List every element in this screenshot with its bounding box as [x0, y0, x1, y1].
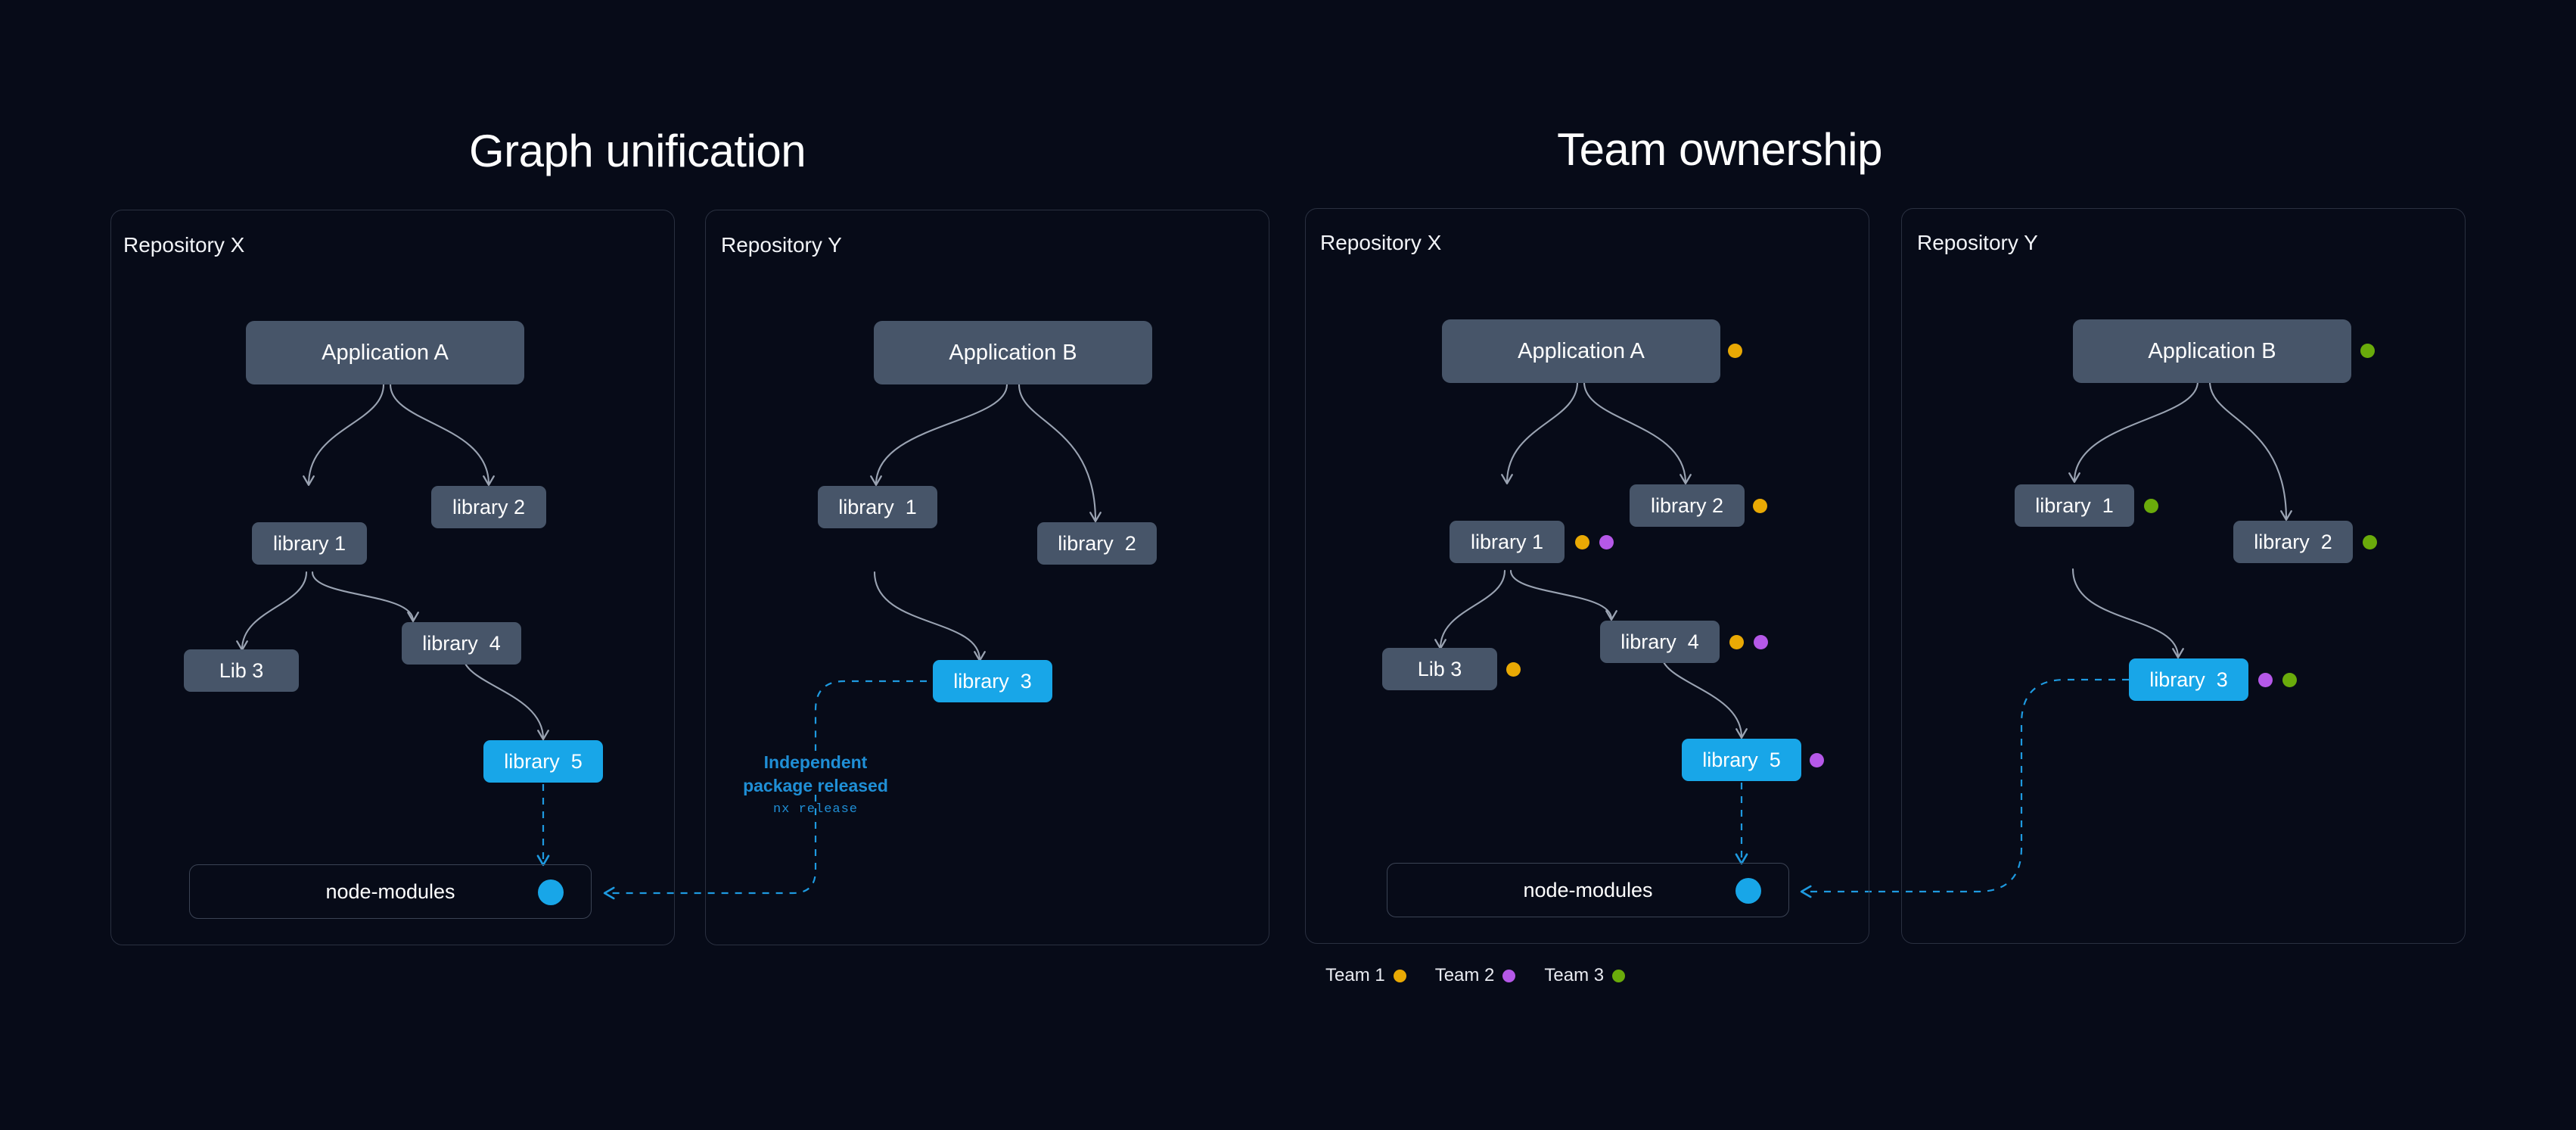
- node-right-repox-application-a[interactable]: Application A: [1442, 319, 1720, 383]
- team-legend: Team 1 Team 2 Team 3: [1325, 965, 1626, 986]
- node-modules-label: node-modules: [1523, 878, 1653, 901]
- legend-item-team-2: Team 2: [1435, 965, 1516, 986]
- node-left-repox-application-a[interactable]: Application A: [246, 321, 524, 384]
- panel-left-repository-x: [110, 210, 675, 945]
- team-dot-right-repoy-application-b-team-3: [2360, 344, 2375, 358]
- node-left-repox-library-4[interactable]: library 4: [402, 622, 521, 665]
- section-title-team-ownership: Team ownership: [1557, 124, 1882, 175]
- node-left-repoy-library-2[interactable]: library 2: [1037, 522, 1157, 565]
- team-dot-right-repoy-library-2-team-3: [2363, 535, 2377, 549]
- panel-right-repository-x: [1305, 208, 1869, 944]
- node-left-repoy-library-1[interactable]: library 1: [818, 486, 937, 528]
- team-dot-right-repox-library-1-team-2: [1599, 535, 1614, 549]
- node-right-repoy-library-1[interactable]: library 1: [2015, 484, 2134, 527]
- panel-label-left-repository-y: Repository Y: [721, 233, 842, 257]
- team-dot-right-repox-lib-3-team-1: [1506, 662, 1521, 677]
- panel-left-repository-y: [705, 210, 1269, 945]
- section-title-graph-unification: Graph unification: [469, 126, 806, 176]
- node-modules-target-dot-right: [1735, 878, 1761, 904]
- node-left-repox-library-1[interactable]: library 1: [252, 522, 367, 565]
- team-dot-right-repox-library-4-team-2: [1754, 635, 1768, 649]
- legend-swatch-team-3: [1612, 969, 1626, 982]
- team-dot-right-repoy-library-3-team-2: [2258, 673, 2273, 687]
- panel-label-left-repository-x: Repository X: [123, 233, 245, 257]
- release-annotation-command: nx release: [772, 802, 859, 817]
- legend-swatch-team-2: [1502, 969, 1516, 982]
- node-right-repox-library-2[interactable]: library 2: [1630, 484, 1745, 527]
- legend-item-team-1: Team 1: [1325, 965, 1406, 986]
- team-dot-right-repox-library-2-team-1: [1753, 499, 1767, 513]
- node-left-repoy-application-b[interactable]: Application B: [874, 321, 1152, 384]
- diagram-stage: Graph unification Team ownership Reposit…: [0, 0, 2576, 1130]
- node-right-repox-library-4[interactable]: library 4: [1600, 621, 1720, 663]
- node-left-repox-lib-3[interactable]: Lib 3: [184, 649, 299, 692]
- panel-label-right-repository-y: Repository Y: [1917, 231, 2038, 254]
- legend-label-team-2: Team 2: [1434, 965, 1495, 985]
- team-dot-right-repoy-library-3-team-3: [2282, 673, 2297, 687]
- node-right-repoy-library-2[interactable]: library 2: [2233, 521, 2353, 563]
- node-right-repoy-application-b[interactable]: Application B: [2073, 319, 2351, 383]
- node-left-repoy-library-3[interactable]: library 3: [933, 660, 1052, 702]
- team-dot-right-repox-application-a-team-1: [1728, 344, 1742, 358]
- team-dot-right-repoy-library-1-team-3: [2144, 499, 2158, 513]
- node-modules-label: node-modules: [325, 879, 455, 903]
- team-dot-right-repox-library-1-team-1: [1575, 535, 1589, 549]
- node-right-repoy-library-3[interactable]: library 3: [2129, 658, 2248, 701]
- legend-label-team-1: Team 1: [1325, 965, 1385, 985]
- node-right-repox-node-modules[interactable]: node-modules: [1387, 863, 1789, 917]
- release-annotation-text: Independent package released: [743, 752, 888, 796]
- team-dot-right-repox-library-4-team-1: [1729, 635, 1744, 649]
- node-right-repox-lib-3[interactable]: Lib 3: [1382, 648, 1497, 690]
- panel-label-right-repository-x: Repository X: [1320, 231, 1442, 254]
- team-dot-right-repox-library-5-team-2: [1810, 753, 1824, 767]
- node-modules-target-dot-left: [538, 879, 564, 905]
- panel-right-repository-y: [1901, 208, 2466, 944]
- legend-swatch-team-1: [1393, 969, 1406, 982]
- node-left-repox-node-modules[interactable]: node-modules: [189, 864, 592, 919]
- node-left-repox-library-2[interactable]: library 2: [431, 486, 546, 528]
- node-right-repox-library-1[interactable]: library 1: [1450, 521, 1565, 563]
- node-right-repox-library-5[interactable]: library 5: [1682, 739, 1801, 781]
- node-left-repox-library-5[interactable]: library 5: [483, 740, 603, 783]
- legend-item-team-3: Team 3: [1544, 965, 1626, 986]
- legend-label-team-3: Team 3: [1544, 965, 1605, 985]
